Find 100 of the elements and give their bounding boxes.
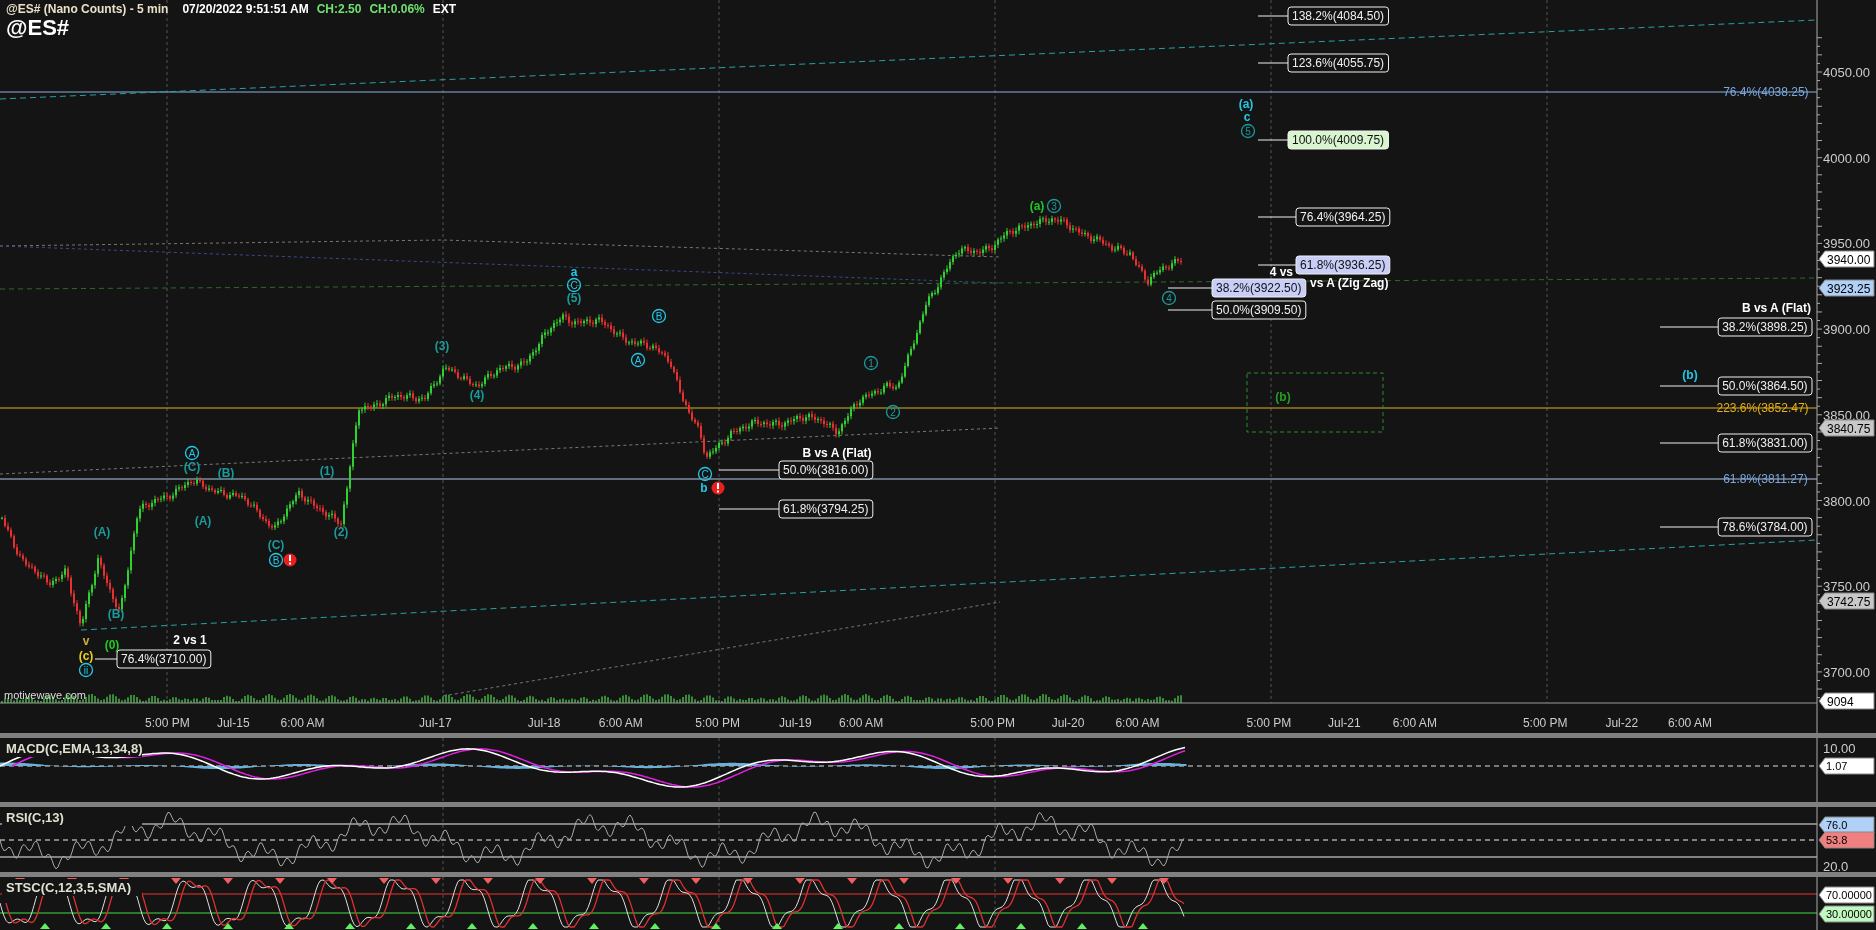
wave-label: 3 xyxy=(1046,198,1062,214)
time-label: 6:00 AM xyxy=(1392,716,1437,730)
wave-label: ii xyxy=(78,662,94,678)
wave-label: 5 xyxy=(1240,123,1256,139)
wave-label: A xyxy=(184,445,200,461)
time-label: 6:00 AM xyxy=(598,716,643,730)
wave-label: (C) xyxy=(267,538,285,552)
leader-line xyxy=(718,508,780,510)
change-value: CH:2.50 xyxy=(316,2,362,16)
wave-label: (A) xyxy=(93,525,111,539)
leader-line xyxy=(1659,526,1719,528)
time-label: 6:00 AM xyxy=(839,716,884,730)
leader-line xyxy=(1659,326,1719,328)
wave-annotation: B vs A (Flat) xyxy=(802,446,872,460)
time-label: Jul-15 xyxy=(216,716,250,730)
wave-label: b xyxy=(700,481,708,495)
leader-line xyxy=(94,658,118,660)
fib-label: 61.8%(3794.25) xyxy=(778,499,874,519)
wave-label: (b) xyxy=(1682,368,1698,382)
chart-title: @ES# (Nano Counts) - 5 min xyxy=(6,2,169,16)
time-label: 5:00 PM xyxy=(970,716,1016,730)
wave-label: (0) xyxy=(104,638,120,652)
leader-line xyxy=(1257,216,1297,218)
time-label: 5:00 PM xyxy=(695,716,740,730)
leader-line xyxy=(718,469,780,471)
leader-line xyxy=(1659,385,1719,387)
fib-label: 50.0%(3816.00) xyxy=(778,460,874,480)
fib-label: 123.6%(4055.75) xyxy=(1287,53,1389,73)
time-label: Jul-17 xyxy=(419,716,452,730)
fib-label: 78.6%(3784.00) xyxy=(1717,517,1813,537)
leader-line xyxy=(1257,264,1297,266)
price-tick: 3950.00 xyxy=(1823,236,1870,252)
time-label: Jul-22 xyxy=(1605,716,1639,730)
wave-label: a xyxy=(570,265,578,279)
fib-label: 50.0%(3864.50) xyxy=(1717,376,1813,396)
time-label: 6:00 AM xyxy=(280,716,325,730)
price-tag: 9094 xyxy=(1818,692,1875,710)
fib-label: 38.2%(3922.50) xyxy=(1211,278,1307,298)
fib-label: 38.2%(3898.25) xyxy=(1717,317,1813,337)
wave-label: (a) xyxy=(1029,199,1045,213)
wave-label: (C) xyxy=(183,460,201,474)
time-label: 5:00 PM xyxy=(145,716,190,730)
wave-label: (A) xyxy=(194,514,212,528)
wave-label: (c) xyxy=(78,649,94,663)
wave-label: C xyxy=(697,466,713,482)
wave-annotation: 2 vs 1 xyxy=(173,633,207,647)
price-tick: 4050.00 xyxy=(1823,65,1870,80)
time-label: 5:00 PM xyxy=(1522,716,1568,730)
wave-label: C xyxy=(566,277,582,293)
wave-label: (4) xyxy=(469,388,485,402)
fib-label: 76.4%(3964.25) xyxy=(1295,207,1391,227)
price-tag: 3742.75 xyxy=(1818,592,1875,610)
warning-icon xyxy=(711,481,725,495)
indicator-tick: 10.00 xyxy=(1823,741,1856,756)
wave-label: 4 xyxy=(1161,290,1177,306)
indicator-tag: 70.00000 xyxy=(1818,886,1875,904)
fib-label: 100.0%(4009.75) xyxy=(1287,130,1389,150)
time-label: 5:00 PM xyxy=(1246,716,1292,730)
indicator-tick: 20.0 xyxy=(1823,858,1849,873)
wave-label: c xyxy=(1243,110,1251,124)
leader-line xyxy=(1659,442,1719,444)
leader-line xyxy=(1257,15,1289,17)
time-label: Jul-19 xyxy=(779,716,812,730)
price-tick: 3700.00 xyxy=(1823,664,1870,680)
price-tick: 3900.00 xyxy=(1823,322,1870,338)
fib-label: 50.0%(3909.50) xyxy=(1211,300,1307,320)
session-label: EXT xyxy=(432,2,457,16)
wave-label: (1) xyxy=(319,464,335,478)
leader-line xyxy=(1167,309,1213,311)
price-tick: 3800.00 xyxy=(1823,493,1870,509)
wave-annotation: vs A (Zig Zag) xyxy=(1310,276,1389,290)
fib-label: 76.4%(4038.25) xyxy=(1723,85,1809,99)
wave-label: (b) xyxy=(1275,390,1291,404)
wave-label: (B) xyxy=(107,607,125,621)
price-tick: 3750.00 xyxy=(1823,579,1870,595)
wave-label: B xyxy=(651,308,667,324)
indicator-title: STSC(C,12,3,5,SMA) xyxy=(2,879,142,897)
wave-label: A xyxy=(630,352,646,368)
time-label: Jul-21 xyxy=(1327,716,1361,730)
wave-label: (a) xyxy=(1238,97,1254,111)
leader-line xyxy=(1167,287,1213,289)
warning-icon xyxy=(283,553,297,567)
change-percent: CH:0.06% xyxy=(369,2,425,16)
indicator-tag: 30.00000 xyxy=(1818,905,1875,923)
time-label: 6:00 AM xyxy=(1667,716,1712,730)
wave-annotation: B vs A (Flat) xyxy=(1741,301,1811,315)
fib-label: 223.6%(3852.47) xyxy=(1716,401,1809,415)
timestamp: 07/20/2022 9:51:51 AM xyxy=(182,2,309,16)
wave-label: (3) xyxy=(434,339,450,353)
leader-line xyxy=(1257,139,1289,141)
fib-label: 138.2%(4084.50) xyxy=(1287,6,1389,26)
wave-label: (B) xyxy=(217,466,235,480)
price-tick: 4000.00 xyxy=(1823,150,1870,166)
wave-label: v xyxy=(82,634,90,648)
indicator-tag: 76.0 xyxy=(1818,816,1875,834)
time-label: Jul-20 xyxy=(1051,716,1085,730)
wave-label: 1 xyxy=(863,355,879,371)
wave-label: (5) xyxy=(566,291,582,305)
wave-label: 2 xyxy=(885,404,901,420)
source-label: motivewave.com xyxy=(4,689,86,701)
